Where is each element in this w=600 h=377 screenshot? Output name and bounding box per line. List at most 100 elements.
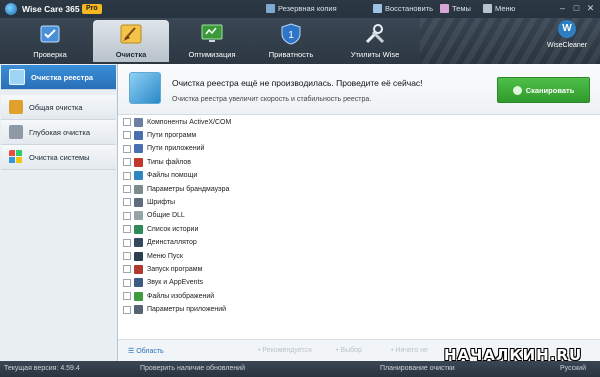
- language-select[interactable]: Русский: [560, 365, 586, 372]
- item-checkbox[interactable]: [123, 211, 131, 220]
- registry-category-icon: [134, 291, 143, 301]
- list-item[interactable]: Деинсталлятор: [123, 237, 197, 249]
- main-menu[interactable]: Меню: [483, 4, 515, 13]
- themes-menu[interactable]: Темы: [440, 4, 471, 13]
- close-icon[interactable]: ✕: [585, 3, 596, 14]
- sidebar-item-registry[interactable]: Очистка реестра: [1, 65, 116, 90]
- registry-category-icon: [134, 264, 143, 274]
- backup-label: Резервная копия: [278, 4, 337, 13]
- svg-text:1: 1: [288, 30, 294, 41]
- registry-category-icon: [134, 197, 143, 207]
- scope-label: Область: [136, 348, 164, 355]
- wisecleaner-link[interactable]: W WiseCleaner: [537, 20, 597, 60]
- list-item[interactable]: Запуск программ: [123, 263, 202, 275]
- list-item[interactable]: Файлы помощи: [123, 170, 197, 182]
- tab-privacy-label: Приватность: [268, 50, 314, 59]
- registry-category-icon: [134, 117, 143, 127]
- item-checkbox[interactable]: [123, 118, 131, 126]
- item-checkbox[interactable]: [123, 158, 131, 167]
- tab-tools-label: Утилиты Wise: [350, 50, 400, 59]
- maximize-icon[interactable]: □: [571, 3, 582, 14]
- list-item-label: Пути программ: [147, 131, 197, 139]
- sidebar-item-label: Очистка реестра: [31, 72, 94, 82]
- list-item-label: Компоненты ActiveX/COM: [147, 118, 232, 126]
- scan-button[interactable]: Сканировать: [497, 77, 590, 103]
- broom-icon: [120, 24, 142, 44]
- tab-privacy[interactable]: 1 Приватность: [253, 20, 329, 62]
- item-checkbox[interactable]: [123, 252, 131, 260]
- list-item[interactable]: Список истории: [123, 223, 198, 235]
- sidebar: Очистка реестра Общая очистка Глубокая о…: [0, 64, 118, 361]
- title-bar: Wise Care 365 Pro Резервная копия Восста…: [0, 0, 600, 18]
- item-checkbox[interactable]: [123, 305, 131, 314]
- minimize-icon[interactable]: –: [557, 3, 568, 14]
- item-checkbox[interactable]: [123, 278, 131, 287]
- sidebar-item-label: Глубокая очистка: [29, 127, 90, 137]
- version-text: Текущая версия: 4.59.4: [4, 365, 80, 372]
- tab-tools[interactable]: Утилиты Wise: [337, 20, 413, 62]
- list-item[interactable]: Шрифты: [123, 196, 175, 208]
- list-item-label: Запуск программ: [147, 265, 203, 273]
- tab-check-label: Проверка: [33, 50, 67, 59]
- planner-link[interactable]: Планирование очистки: [380, 365, 455, 372]
- tools-icon: [365, 24, 385, 44]
- banner-subtitle: Очистка реестра увеличит скорость и стаб…: [172, 96, 372, 103]
- sidebar-item-common[interactable]: Общая очистка: [1, 95, 116, 120]
- item-checkbox[interactable]: [123, 238, 131, 247]
- windows-icon: [9, 150, 22, 163]
- deep-clean-icon: [9, 125, 23, 139]
- registry-category-icon: [134, 211, 143, 221]
- main-panel: Очистка реестра ещё не производилась. Пр…: [118, 64, 600, 362]
- list-item[interactable]: Файлы изображений: [123, 290, 214, 302]
- themes-label: Темы: [452, 4, 471, 13]
- list-item[interactable]: Компоненты ActiveX/COM: [123, 116, 231, 128]
- list-item[interactable]: Параметры брандмауэра: [123, 183, 229, 195]
- list-item[interactable]: Общие DLL: [123, 210, 185, 222]
- item-checkbox[interactable]: [123, 131, 131, 140]
- scan-button-label: Сканировать: [525, 85, 575, 95]
- sidebar-item-system[interactable]: Очистка системы: [1, 145, 116, 170]
- registry-category-icon: [134, 130, 143, 140]
- select-none[interactable]: • Ничего не: [391, 347, 428, 354]
- list-item[interactable]: Типы файлов: [123, 156, 191, 168]
- registry-category-icon: [134, 171, 143, 181]
- item-checkbox[interactable]: [123, 292, 131, 301]
- registry-category-icon: [134, 184, 143, 194]
- tab-clean[interactable]: Очистка: [93, 20, 169, 62]
- item-checkbox[interactable]: [123, 265, 131, 274]
- list-item-label: Шрифты: [147, 198, 176, 206]
- list-item[interactable]: Звук и AppEvents: [123, 277, 203, 289]
- list-item-label: Деинсталлятор: [147, 239, 197, 247]
- theme-icon: [440, 4, 449, 13]
- item-checkbox[interactable]: [123, 185, 131, 193]
- item-checkbox[interactable]: [123, 225, 131, 234]
- restore-menu[interactable]: Восстановить: [373, 4, 433, 13]
- select-recommended[interactable]: • Рекомендуется: [258, 347, 312, 354]
- item-checkbox[interactable]: [123, 144, 131, 153]
- item-checkbox[interactable]: [123, 198, 131, 207]
- list-item[interactable]: Меню Пуск: [123, 250, 183, 262]
- registry-category-list: Компоненты ActiveX/COM Пути программ Пути …: [118, 116, 600, 336]
- tab-check[interactable]: Проверка: [12, 20, 88, 62]
- tab-optimize[interactable]: Оптимизация: [174, 20, 250, 62]
- item-checkbox[interactable]: [123, 171, 131, 180]
- list-item-label: Список истории: [147, 225, 199, 233]
- list-item-label: Файлы изображений: [147, 292, 215, 300]
- check-updates-link[interactable]: Проверить наличие обновлений: [140, 365, 245, 372]
- scan-icon: [512, 85, 522, 95]
- backup-menu[interactable]: Резервная копия: [266, 4, 337, 13]
- sidebar-item-label: Общая очистка: [29, 102, 83, 112]
- restore-label: Восстановить: [385, 4, 434, 13]
- registry-category-icon: [134, 305, 143, 315]
- scope-link[interactable]: ☰ Область: [128, 347, 164, 355]
- pro-badge: Pro: [82, 4, 102, 14]
- list-item[interactable]: Параметры приложений: [123, 304, 226, 316]
- list-item[interactable]: Пути программ: [123, 129, 196, 141]
- wisecleaner-label: WiseCleaner: [546, 42, 588, 49]
- select-all[interactable]: • Выбор: [336, 347, 362, 354]
- list-item-label: Пути приложений: [147, 145, 205, 153]
- sidebar-item-deep[interactable]: Глубокая очистка: [1, 120, 116, 145]
- list-item-label: Параметры приложений: [147, 306, 227, 314]
- list-item[interactable]: Пути приложений: [123, 143, 204, 155]
- status-banner: Очистка реестра ещё не производилась. Пр…: [118, 64, 600, 115]
